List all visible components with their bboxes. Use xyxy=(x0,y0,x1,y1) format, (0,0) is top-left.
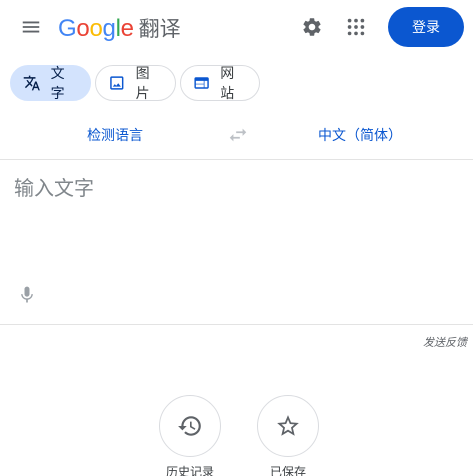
website-icon xyxy=(194,77,209,89)
hamburger-menu-icon xyxy=(22,21,40,33)
gear-icon xyxy=(303,18,321,36)
app-header: Google 翻译 登录 xyxy=(0,0,473,54)
tab-image-label: 图片 xyxy=(135,66,150,102)
swap-arrows-icon xyxy=(229,128,247,142)
logo-letter: g xyxy=(102,15,116,42)
saved-label: 已保存 xyxy=(269,465,306,476)
settings-button[interactable] xyxy=(296,11,328,43)
divider xyxy=(0,324,473,325)
tab-image[interactable]: 图片 xyxy=(95,65,176,102)
sign-in-button[interactable]: 登录 xyxy=(388,7,464,47)
logo-letter: e xyxy=(120,15,134,42)
history-action: 历史记录 xyxy=(159,395,221,476)
logo-letter: o xyxy=(89,15,103,42)
saved-button[interactable] xyxy=(257,395,319,457)
apps-grid-icon xyxy=(347,18,365,36)
logo-letter: G xyxy=(58,15,77,42)
logo-letter: o xyxy=(76,15,90,42)
google-wordmark: Google xyxy=(58,15,134,43)
target-language-selector[interactable]: 中文（简体） xyxy=(270,112,450,158)
product-name: 翻译 xyxy=(138,17,181,41)
star-icon xyxy=(277,415,299,436)
google-apps-button[interactable] xyxy=(340,11,372,43)
language-bar: 检测语言 中文（简体） xyxy=(0,112,473,158)
microphone-icon xyxy=(21,286,33,303)
swap-languages-button[interactable] xyxy=(222,119,254,151)
history-button[interactable] xyxy=(159,395,221,457)
source-language-selector[interactable]: 检测语言 xyxy=(30,112,200,158)
history-icon xyxy=(178,416,201,436)
tab-text-label: 文字 xyxy=(50,66,65,102)
tab-text[interactable]: 文字 xyxy=(10,65,91,102)
saved-action: 已保存 xyxy=(257,395,319,476)
send-feedback-link[interactable]: 发送反馈 xyxy=(423,334,467,350)
main-menu-button[interactable] xyxy=(15,11,47,43)
history-label: 历史记录 xyxy=(165,465,214,476)
translate-icon xyxy=(23,75,40,91)
google-translate-logo[interactable]: Google 翻译 xyxy=(58,13,181,43)
tab-website[interactable]: 网站 xyxy=(180,65,260,102)
tab-website-label: 网站 xyxy=(220,66,235,102)
source-text-input[interactable] xyxy=(14,172,454,272)
source-text-area xyxy=(0,160,473,324)
image-icon xyxy=(110,76,124,90)
voice-input-button[interactable] xyxy=(14,282,40,308)
